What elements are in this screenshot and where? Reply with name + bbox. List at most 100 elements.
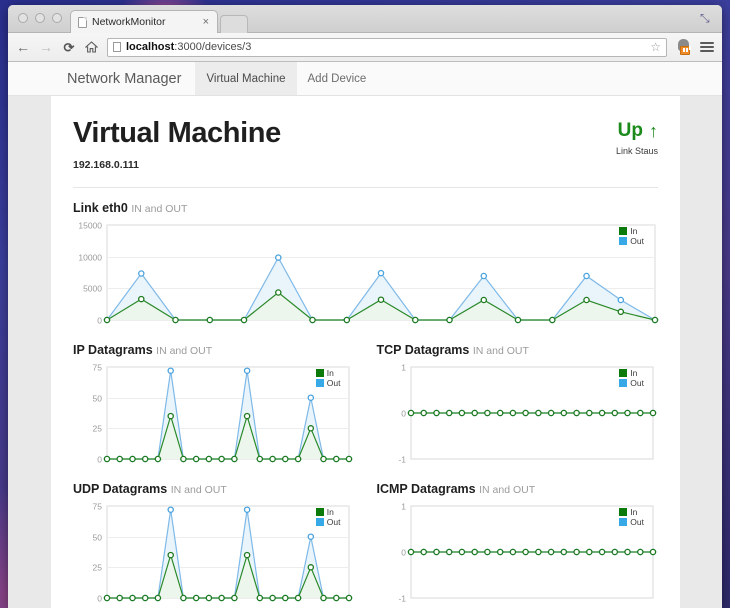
- device-ip: 192.168.0.111: [73, 158, 139, 171]
- back-icon[interactable]: ←: [16, 40, 30, 54]
- chart-ip[interactable]: 0 25 50 75 In Out: [73, 357, 355, 469]
- section-name-tcp: TCP Datagrams: [376, 342, 470, 357]
- section-name-udp: UDP Datagrams: [73, 481, 168, 496]
- page-viewport: Network Manager Virtual Machine Add Devi…: [8, 62, 722, 608]
- svg-text:0: 0: [97, 454, 102, 464]
- section-sub-tcp: IN and OUT: [472, 344, 529, 357]
- section-name-icmp: ICMP Datagrams: [376, 481, 476, 496]
- browser-tab[interactable]: NetworkMonitor ×: [70, 10, 218, 33]
- chart-legend: In Out: [619, 225, 644, 246]
- address-bar[interactable]: localhost:3000/devices/3 ☆: [107, 37, 667, 57]
- svg-text:0: 0: [97, 315, 102, 325]
- window-controls[interactable]: [16, 5, 70, 32]
- nav-item-virtual-machine[interactable]: Virtual Machine: [195, 62, 297, 95]
- status-value: Up: [617, 120, 643, 141]
- minimize-window-button[interactable]: [35, 13, 45, 23]
- section-name-ip: IP Datagrams: [73, 342, 153, 357]
- legend-swatch-out: [315, 518, 324, 527]
- forward-icon[interactable]: →: [39, 40, 53, 54]
- chart-tcp[interactable]: -1 0 1 In Out: [377, 357, 659, 469]
- app-navbar: Network Manager Virtual Machine Add Devi…: [8, 62, 722, 96]
- svg-text:0: 0: [97, 593, 102, 603]
- close-window-button[interactable]: [18, 13, 28, 23]
- close-icon[interactable]: ×: [201, 16, 211, 28]
- chart-udp[interactable]: 0 25 50 75 In Out: [73, 496, 355, 608]
- page-content: Virtual Machine 192.168.0.111 Up ↑ Link …: [51, 96, 680, 608]
- browser-toolbar: ← → ⟳ localhost:3000/devices/3 ☆: [8, 33, 722, 62]
- menu-icon[interactable]: [700, 42, 714, 52]
- svg-text:15000: 15000: [78, 220, 102, 230]
- svg-text:50: 50: [93, 393, 103, 403]
- legend-label-out: Out: [326, 377, 341, 388]
- status-caption: Link Staus: [615, 146, 658, 156]
- svg-text:75: 75: [93, 362, 103, 372]
- browser-window: NetworkMonitor × ⤡ ← → ⟳ localhost:3000/…: [8, 5, 722, 608]
- url-text: localhost:3000/devices/3: [126, 41, 251, 53]
- svg-text:-1: -1: [398, 454, 406, 464]
- legend-swatch-in: [315, 369, 324, 378]
- section-sub-udp: IN and OUT: [170, 483, 227, 496]
- legend-item-in: In: [315, 367, 341, 378]
- url-host: localhost: [126, 41, 175, 53]
- chart-col-ip: IP Datagrams IN and OUT 0 25 50 75 In Out: [73, 330, 355, 469]
- section-sub-link: IN and OUT: [131, 202, 188, 215]
- legend-label-in: In: [326, 367, 334, 378]
- svg-text:75: 75: [93, 501, 103, 511]
- section-title-icmp: ICMP Datagrams IN and OUT: [377, 469, 659, 496]
- svg-text:25: 25: [93, 562, 103, 572]
- reload-icon[interactable]: ⟳: [62, 41, 76, 54]
- device-header: Virtual Machine 192.168.0.111 Up ↑ Link …: [73, 96, 658, 188]
- page-title: Virtual Machine: [73, 117, 281, 149]
- chart-link[interactable]: 0 5000 10000 15000 In Out: [73, 215, 659, 330]
- svg-text:1: 1: [401, 501, 406, 511]
- legend-item-out: Out: [315, 377, 341, 388]
- chart-legend: In Out: [315, 367, 341, 388]
- legend-item-in: In: [315, 506, 341, 517]
- legend-label-in: In: [630, 506, 638, 517]
- legend-swatch-in: [619, 508, 628, 517]
- new-tab-button[interactable]: [220, 15, 248, 33]
- tab-title: NetworkMonitor: [92, 16, 166, 28]
- legend-item-out: Out: [619, 517, 644, 527]
- app-brand[interactable]: Network Manager: [53, 62, 195, 95]
- bookmark-star-icon[interactable]: ☆: [650, 41, 661, 53]
- legend-item-out: Out: [619, 377, 644, 388]
- extension-icon[interactable]: [676, 39, 691, 55]
- legend-item-in: In: [619, 367, 644, 378]
- chart-row-2: UDP Datagrams IN and OUT 0 25 50 75 In Out IC…: [73, 469, 658, 608]
- section-title-link: Link eth0 IN and OUT: [73, 188, 658, 215]
- zoom-window-button[interactable]: [52, 13, 62, 23]
- status-badge: Up ↑: [616, 120, 658, 142]
- browser-tab-strip: NetworkMonitor × ⤡: [8, 5, 722, 33]
- legend-swatch-in: [619, 369, 628, 378]
- svg-text:-1: -1: [398, 593, 406, 603]
- chart-icmp[interactable]: -1 0 1 In Out: [377, 496, 659, 608]
- svg-text:50: 50: [93, 532, 103, 542]
- divider: [73, 186, 658, 188]
- legend-item-out: Out: [619, 236, 644, 246]
- svg-text:25: 25: [93, 423, 103, 433]
- legend-label-in: In: [326, 506, 334, 517]
- url-path: :3000/devices/3: [174, 41, 252, 53]
- chart-legend: In Out: [619, 367, 644, 388]
- section-title-udp: UDP Datagrams IN and OUT: [73, 469, 355, 496]
- maximize-icon[interactable]: ⤡: [700, 12, 712, 24]
- home-icon[interactable]: [85, 41, 98, 53]
- legend-label-in: In: [630, 225, 638, 236]
- svg-text:0: 0: [401, 408, 406, 418]
- legend-label-out: Out: [326, 516, 341, 527]
- legend-swatch-out: [619, 237, 628, 246]
- legend-swatch-out: [619, 518, 628, 527]
- legend-swatch-in: [619, 227, 628, 236]
- chart-col-udp: UDP Datagrams IN and OUT 0 25 50 75 In Out: [73, 469, 355, 608]
- chart-col-tcp: TCP Datagrams IN and OUT -1 0 1 In Out: [377, 330, 659, 469]
- nav-item-add-device[interactable]: Add Device: [297, 62, 378, 95]
- legend-item-in: In: [619, 506, 644, 517]
- section-sub-ip: IN and OUT: [156, 344, 213, 357]
- chart-legend: In Out: [315, 506, 341, 527]
- legend-label-in: In: [630, 367, 638, 378]
- link-status: Up ↑ Link Staus: [616, 120, 658, 156]
- legend-label-out: Out: [630, 377, 644, 388]
- section-name-link: Link eth0: [73, 200, 128, 215]
- legend-swatch-out: [315, 379, 324, 388]
